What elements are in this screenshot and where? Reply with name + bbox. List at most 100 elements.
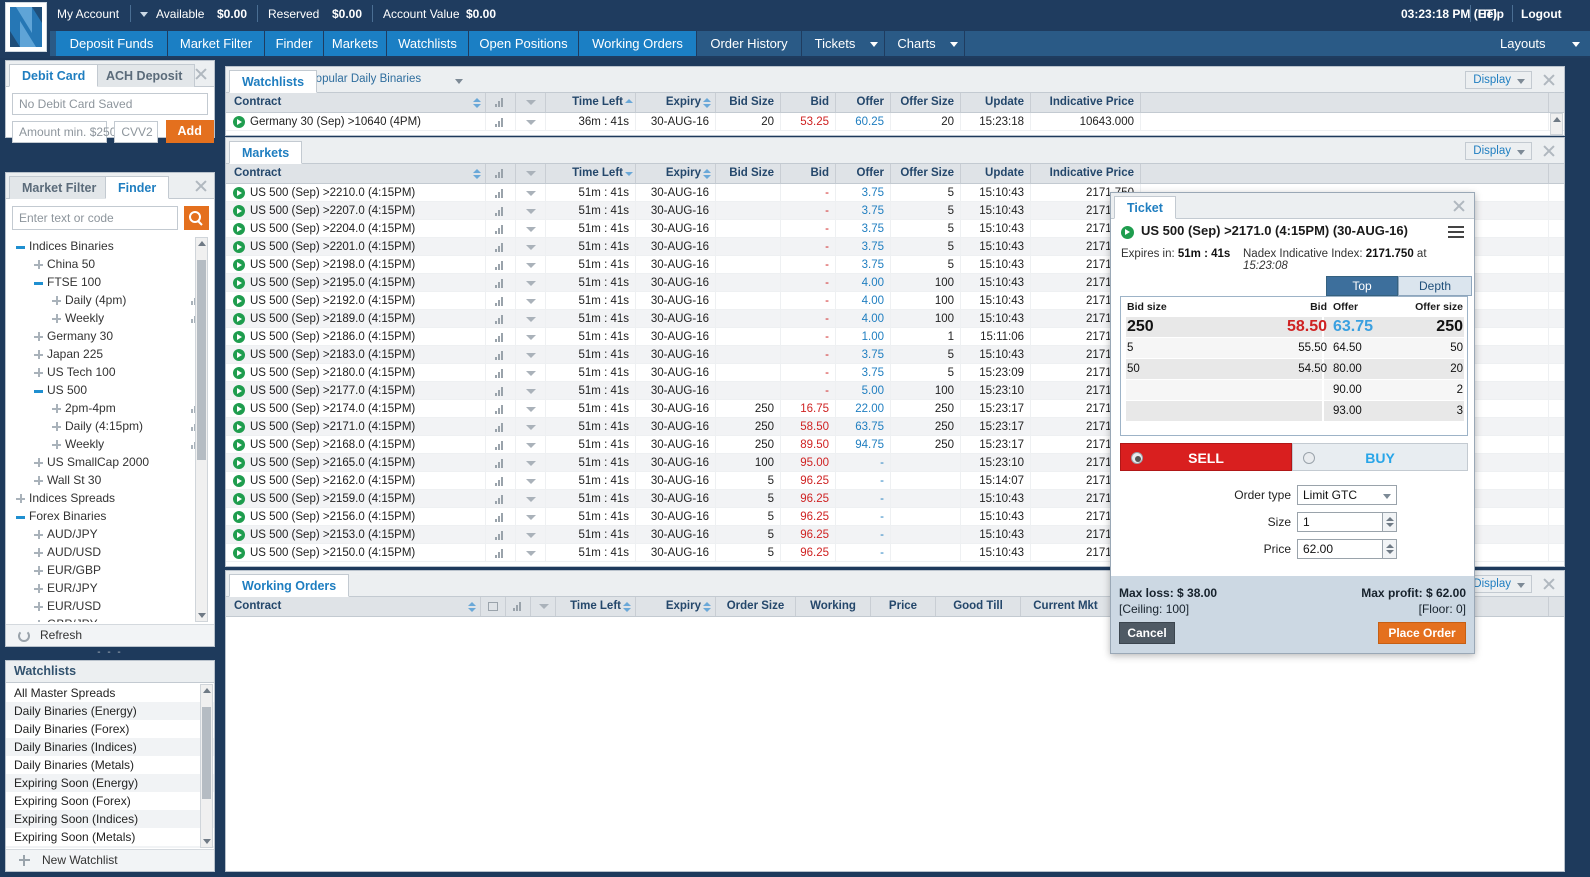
segment-top[interactable]: Top [1326,276,1398,296]
chart-icon[interactable] [495,549,506,558]
sort-icon[interactable] [703,602,711,612]
play-icon[interactable] [233,421,245,433]
depth-row[interactable]: 93.00 3 [1121,401,1467,421]
row-menu-icon[interactable] [526,389,536,394]
tree-node[interactable]: FTSE 100 [12,273,208,291]
segment-depth[interactable]: Depth [1398,276,1472,296]
list-item[interactable]: Expiring Soon (Metals) [6,828,214,846]
tree-node[interactable]: Daily (4:15pm) [12,417,208,435]
close-icon[interactable] [192,65,210,83]
panel-resize-grip[interactable]: - - - [5,648,215,658]
play-icon[interactable] [233,331,245,343]
working-orders-display-button[interactable]: Display [1465,575,1532,593]
play-icon[interactable] [233,457,245,469]
sort-icon[interactable] [473,98,481,108]
search-button[interactable] [184,206,210,230]
help-link[interactable]: Help [1478,7,1504,21]
play-icon[interactable] [233,367,245,379]
scroll-up-icon[interactable] [196,238,207,249]
chart-icon[interactable] [495,351,506,360]
tree-node[interactable]: Weekly [12,309,208,327]
row-menu-icon[interactable] [526,245,536,250]
row-menu-icon[interactable] [526,317,536,322]
tab-ach-deposit[interactable]: ACH Deposit [93,64,196,87]
watchlist-table-scrollbar[interactable] [1550,113,1563,135]
tab-market-filter[interactable]: Market Filter [9,176,110,199]
nav-tickets[interactable]: Tickets [802,31,885,56]
play-icon[interactable] [233,313,245,325]
nav-markets[interactable]: Markets [324,31,387,56]
row-menu-icon[interactable] [526,263,536,268]
play-icon[interactable] [233,511,245,523]
column-header[interactable]: Contract [226,597,481,616]
column-header[interactable] [486,164,516,183]
row-menu-icon[interactable] [526,443,536,448]
amount-input[interactable]: Amount min. $250 [12,120,116,143]
chart-icon[interactable] [495,225,506,234]
chart-icon[interactable] [495,333,506,342]
column-header[interactable]: Expiry [636,164,716,183]
column-header[interactable]: Time Left [556,597,636,616]
tab-ticket[interactable]: Ticket [1114,196,1176,219]
expand-icon[interactable] [34,620,43,622]
instrument-tree[interactable]: Indices Binaries China 50 FTSE 100 Daily (4… [12,237,208,622]
column-header[interactable]: Bid [781,93,836,112]
depth-row[interactable]: 90.00 2 [1121,380,1467,400]
play-icon[interactable] [233,259,245,271]
column-header[interactable]: Time Left [546,93,636,112]
row-menu-icon[interactable] [526,371,536,376]
nav-order-history[interactable]: Order History [697,31,802,56]
column-header[interactable]: Update [961,164,1031,183]
tree-node[interactable]: Germany 30 [12,327,208,345]
tree-node[interactable]: AUD/USD [12,543,208,561]
column-header[interactable]: Offer [836,93,891,112]
row-menu-icon[interactable] [526,299,536,304]
column-header[interactable]: Indicative Price [1031,93,1141,112]
tree-node[interactable]: AUD/JPY [12,525,208,543]
chart-icon[interactable] [495,459,506,468]
close-icon[interactable] [1540,142,1558,160]
depth-row[interactable]: 250 58.50 63.75 250 [1121,317,1467,337]
row-menu-icon[interactable] [526,461,536,466]
tree-node[interactable]: China 50 [12,255,208,273]
depth-row[interactable]: 50 54.50 80.00 20 [1121,359,1467,379]
expand-icon[interactable] [34,584,43,593]
column-header[interactable] [531,597,556,616]
play-icon[interactable] [233,116,245,128]
list-item[interactable]: Intraday Binaries (Energy) [6,846,214,848]
tree-node[interactable]: Weekly [12,435,208,453]
play-icon[interactable] [233,349,245,361]
expand-icon[interactable] [34,602,43,611]
my-account-link[interactable]: My Account [57,7,119,21]
close-icon[interactable] [192,177,210,195]
price-stepper[interactable] [1383,539,1397,559]
list-item[interactable]: Daily Binaries (Indices) [6,738,214,756]
expand-icon[interactable] [34,368,43,377]
tree-scrollbar[interactable] [195,237,208,622]
chart-icon[interactable] [495,261,506,270]
column-header[interactable]: Order Size [716,597,796,616]
account-dropdown-caret[interactable] [140,7,148,21]
cvv2-input[interactable]: CVV2 [114,120,159,143]
column-header[interactable] [516,93,546,112]
order-type-select[interactable]: Limit GTC [1297,485,1397,505]
play-icon[interactable] [233,475,245,487]
column-header[interactable]: Working [796,597,871,616]
nav-market-filter[interactable]: Market Filter [168,31,265,56]
column-header[interactable]: Offer Size [891,164,961,183]
nav-working-orders[interactable]: Working Orders [579,31,697,56]
tab-working-orders[interactable]: Working Orders [229,574,350,597]
sort-icon[interactable] [625,99,633,103]
column-header[interactable]: Expiry [636,93,716,112]
collapse-icon[interactable] [34,386,43,395]
nav-open-positions[interactable]: Open Positions [469,31,579,56]
list-item[interactable]: Expiring Soon (Indices) [6,810,214,828]
play-icon[interactable] [233,223,245,235]
scroll-down-icon[interactable] [201,836,212,847]
column-header[interactable]: Indicative Price [1031,164,1141,183]
chart-icon[interactable] [495,315,506,324]
sort-icon[interactable] [623,602,631,612]
chart-icon[interactable] [495,118,506,127]
expand-icon[interactable] [52,440,61,449]
row-menu-icon[interactable] [526,515,536,520]
